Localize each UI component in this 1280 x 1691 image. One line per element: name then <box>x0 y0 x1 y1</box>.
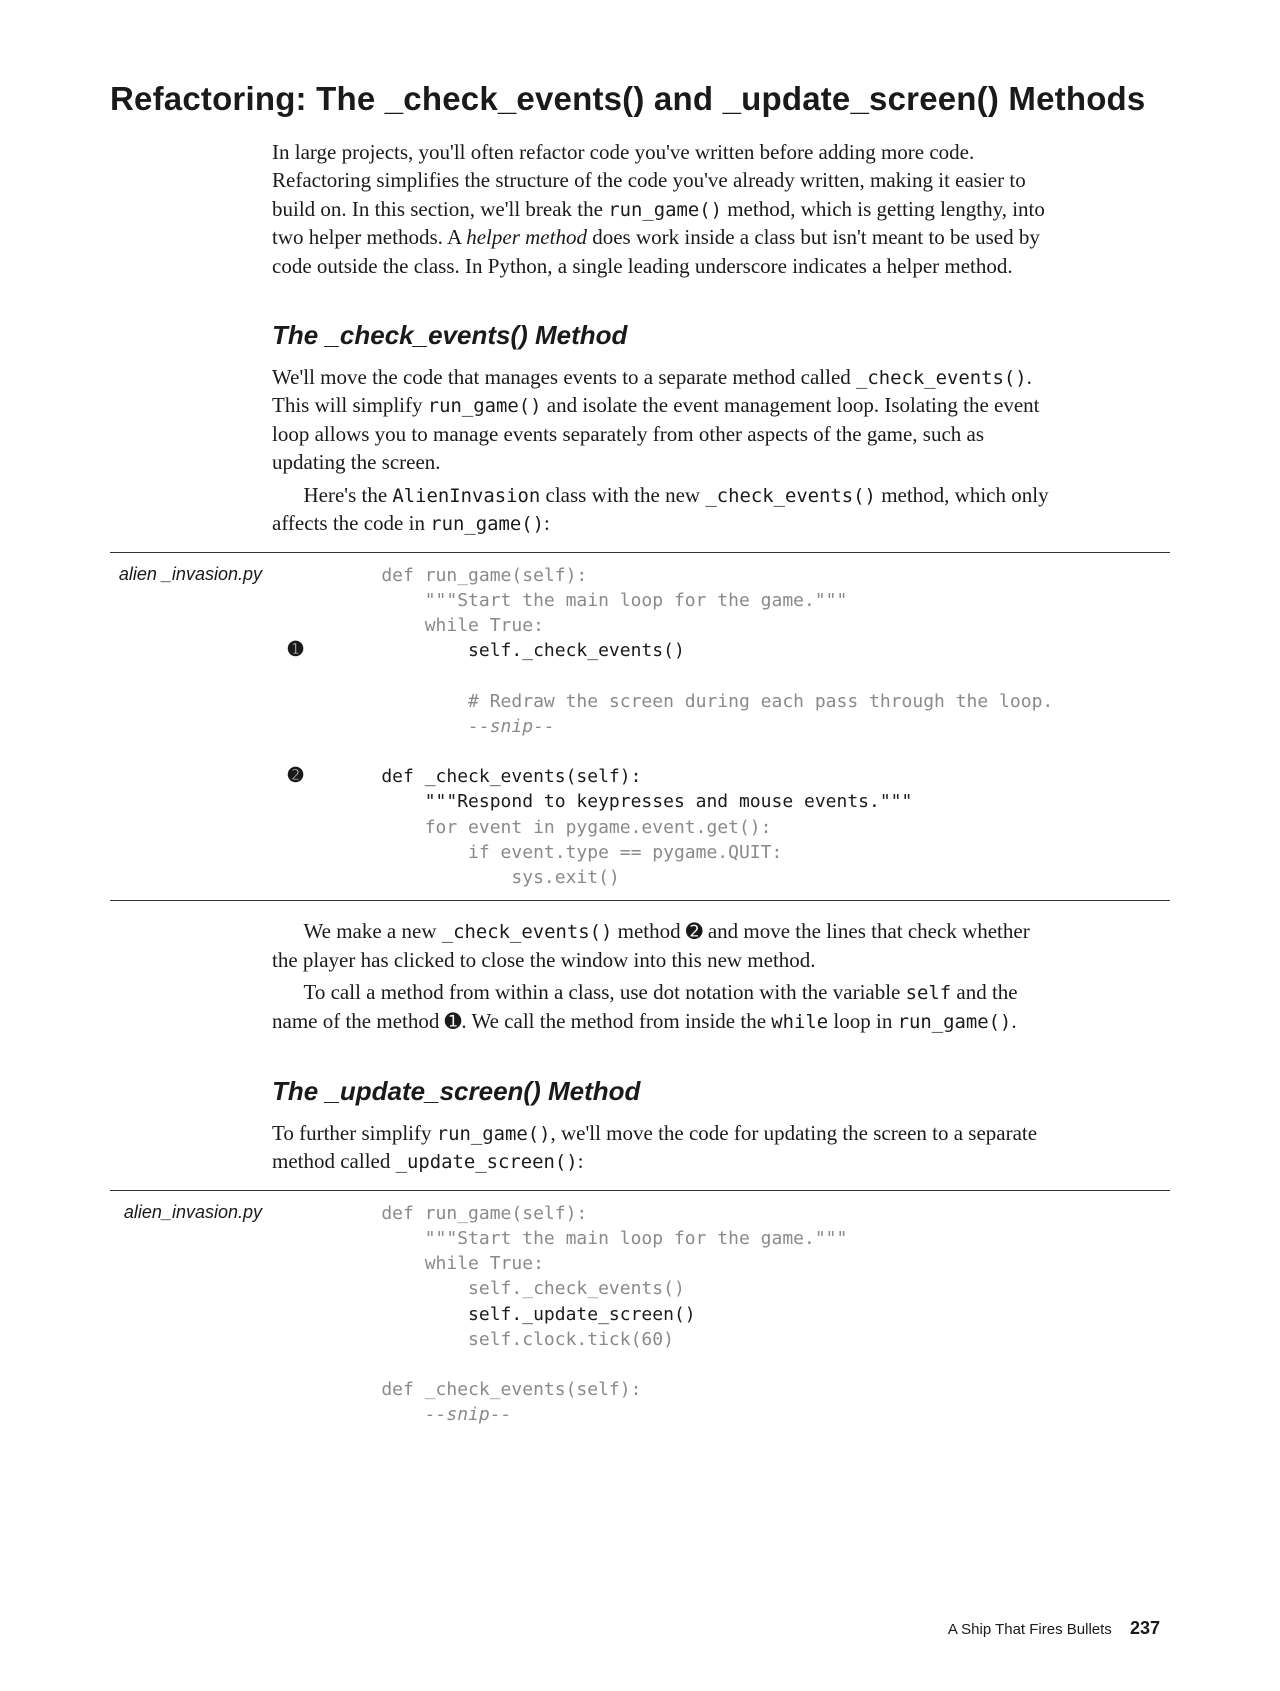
code-listing-2: alien_invasion.py def run_game(self): ""… <box>110 1190 1170 1438</box>
paragraph: Here's the AlienInvasion class with the … <box>272 481 1052 538</box>
code-line: # Redraw the screen during each pass thr… <box>338 691 1053 712</box>
filename-label: alien _invasion.py <box>12 563 262 586</box>
text: alien_invasion.py <box>124 1202 262 1222</box>
paragraph: To call a method from within a class, us… <box>272 978 1052 1035</box>
code-block: def run_game(self): """Start the main lo… <box>110 563 1170 890</box>
code-line: sys.exit() <box>338 867 620 888</box>
text: class with the new <box>540 483 705 507</box>
subsection-heading: The _check_events() Method <box>272 320 1052 351</box>
code-listing-1: alien _invasion.py ➊ ➋ def run_game(self… <box>110 552 1170 901</box>
inline-code: run_game() <box>430 513 544 535</box>
code-line: while True: <box>338 615 544 636</box>
inline-code: run_game() <box>437 1123 551 1145</box>
inline-code: AlienInvasion <box>392 485 540 507</box>
callout-inline-icon: ➋ <box>686 921 703 943</box>
text: We'll move the code that manages events … <box>272 365 856 389</box>
page-footer: A Ship That Fires Bullets 237 <box>948 1618 1160 1639</box>
code-line: while True: <box>338 1253 544 1274</box>
text: To further simplify <box>272 1121 437 1145</box>
code-line: if event.type == pygame.QUIT: <box>338 842 782 863</box>
filename-label: alien_invasion.py <box>12 1201 262 1224</box>
inline-code: _check_events() <box>442 921 613 943</box>
text: alien _invasion.py <box>119 564 262 584</box>
callout-inline-icon: ➊ <box>445 1011 462 1033</box>
code-line-snip: --snip-- <box>338 1404 511 1425</box>
code-line: self._check_events() <box>338 1278 685 1299</box>
after-code-1: We make a new _check_events() method ➋ a… <box>272 917 1052 1036</box>
inline-code: run_game() <box>898 1011 1012 1033</box>
inline-code: _check_events() <box>856 367 1027 389</box>
paragraph: We make a new _check_events() method ➋ a… <box>272 917 1052 974</box>
intro-paragraph: In large projects, you'll often refactor… <box>272 138 1052 280</box>
code-block: def run_game(self): """Start the main lo… <box>110 1201 1170 1428</box>
intro-block: In large projects, you'll often refactor… <box>272 138 1052 280</box>
code-line: for event in pygame.event.get(): <box>338 817 771 838</box>
subsection-heading: The _update_screen() Method <box>272 1076 1052 1107</box>
page-number: 237 <box>1130 1618 1160 1638</box>
code-line: """Start the main loop for the game.""" <box>338 1228 847 1249</box>
text: loop in <box>828 1009 897 1033</box>
inline-code: _check_events() <box>705 485 876 507</box>
code-line-snip: --snip-- <box>338 716 555 737</box>
text: : <box>578 1149 584 1173</box>
text: . <box>1011 1009 1016 1033</box>
callout-marker-2: ➋ <box>288 765 303 786</box>
chapter-title: A Ship That Fires Bullets <box>948 1621 1112 1638</box>
code-line-highlighted: """Respond to keypresses and mouse event… <box>338 791 912 812</box>
text: To call a method from within a class, us… <box>304 980 906 1004</box>
inline-code: run_game() <box>428 395 542 417</box>
section-1: The _check_events() Method We'll move th… <box>272 320 1052 538</box>
section-heading: Refactoring: The _check_events() and _up… <box>110 80 1170 118</box>
book-page: Refactoring: The _check_events() and _up… <box>0 0 1280 1691</box>
text: . We call the method from inside the <box>461 1009 771 1033</box>
section-2: The _update_screen() Method To further s… <box>272 1076 1052 1176</box>
code-line-highlighted: self._check_events() <box>338 640 685 661</box>
italic-term: helper method <box>466 225 587 249</box>
code-line-highlighted: def _check_events(self): <box>338 766 641 787</box>
code-line: def run_game(self): <box>338 565 587 586</box>
code-line: def _check_events(self): <box>338 1379 641 1400</box>
text: method <box>612 919 686 943</box>
code-line-highlighted: self._update_screen() <box>338 1304 696 1325</box>
text: Here's the <box>304 483 393 507</box>
inline-code: _update_screen() <box>396 1151 578 1173</box>
callout-marker-1: ➊ <box>288 639 303 660</box>
inline-code: self <box>906 982 952 1004</box>
paragraph: We'll move the code that manages events … <box>272 363 1052 477</box>
text: We make a new <box>304 919 442 943</box>
code-line: def run_game(self): <box>338 1203 587 1224</box>
inline-code: run_game() <box>608 199 722 221</box>
paragraph: To further simplify run_game(), we'll mo… <box>272 1119 1052 1176</box>
inline-code: while <box>771 1011 828 1033</box>
code-line: self.clock.tick(60) <box>338 1329 674 1350</box>
code-line: """Start the main loop for the game.""" <box>338 590 847 611</box>
text: : <box>544 511 550 535</box>
